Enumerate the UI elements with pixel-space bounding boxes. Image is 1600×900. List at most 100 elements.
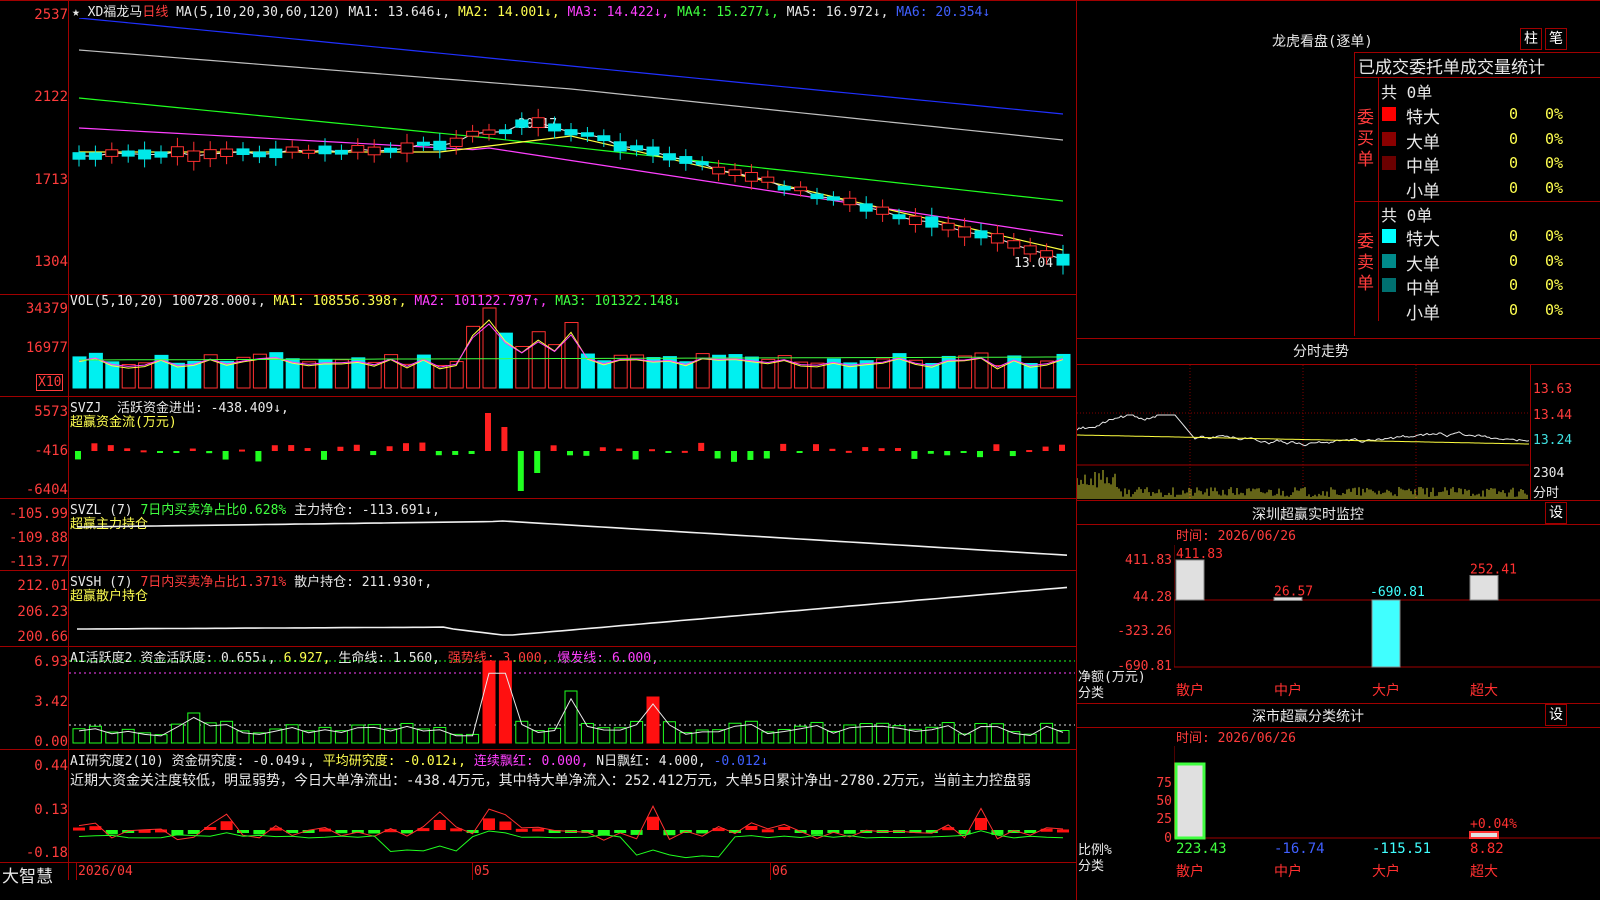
bar-mode-button[interactable]: 柱	[1520, 28, 1542, 50]
row-name: 中单	[1406, 157, 1440, 177]
sz-class-settings-button[interactable]: 设	[1545, 704, 1567, 726]
research-bar	[73, 827, 85, 831]
research-bar	[433, 819, 446, 830]
flow-bar	[960, 451, 967, 453]
candle-body	[318, 145, 332, 155]
date-tick-1: 2026/04	[78, 864, 133, 879]
ratio-extra-label: +0.04%	[1470, 817, 1517, 832]
candle-body	[187, 150, 201, 162]
row-count: 0	[1509, 227, 1519, 245]
ratio-bar	[1469, 831, 1499, 839]
candle-body	[400, 142, 414, 154]
candle-body	[597, 135, 611, 142]
ai-research-comment: 近期大资金关注度较低，明显弱势，今日大单净流出：-438.4万元，其中特大单净流…	[70, 773, 1031, 789]
sz-monitor-axis-2: 44.28	[1132, 590, 1172, 605]
candle-body	[72, 152, 86, 160]
candle-body	[121, 150, 135, 157]
candle-body	[958, 226, 972, 238]
candle-body	[88, 152, 102, 160]
candle-body	[170, 146, 184, 158]
ma6-line	[78, 18, 1064, 115]
flow-bar	[501, 427, 508, 451]
flow-bar	[944, 451, 951, 456]
svsh-axis-3: 200.66	[17, 629, 68, 645]
intraday-axis-2: 13.44	[1533, 408, 1573, 423]
flow-bar	[435, 451, 442, 456]
flow-bar	[878, 448, 885, 451]
row-percent: 0%	[1545, 251, 1564, 270]
row-name: 大单	[1406, 254, 1440, 275]
net-bar-label: -690.81	[1370, 585, 1425, 600]
flow-bar	[1059, 444, 1065, 451]
candle-body	[1023, 245, 1037, 255]
flow-bar	[353, 444, 360, 451]
candle-body	[662, 153, 676, 161]
flow-bar	[173, 451, 180, 453]
price-axis-3: 1713	[34, 172, 68, 188]
price-axis-1: 2537	[34, 7, 68, 23]
row-percent: 0%	[1545, 227, 1564, 245]
sz-monitor-settings-button[interactable]: 设	[1545, 502, 1567, 524]
vol-axis-2: 16977	[25, 340, 68, 356]
flow-bar	[1042, 446, 1049, 451]
brand-logo: 大智慧	[2, 867, 53, 887]
flow-bar	[698, 442, 705, 451]
row-count: 0	[1509, 129, 1519, 148]
row-color-swatch	[1382, 181, 1396, 195]
flow-bar	[649, 449, 655, 452]
ratio-bar	[1174, 762, 1206, 840]
research-bar	[335, 830, 348, 834]
flow-bar	[583, 451, 590, 456]
row-name: 特大	[1406, 230, 1440, 250]
candle-body	[466, 130, 480, 137]
flow-bar	[813, 444, 819, 451]
candle-body	[679, 156, 693, 164]
candle-body	[941, 222, 955, 231]
candle-body	[351, 145, 365, 153]
candle-body	[416, 141, 430, 146]
intraday-axis-1: 13.63	[1533, 382, 1573, 397]
flow-bar	[616, 448, 623, 451]
longhu-title: 龙虎看盘(逐单)	[1272, 34, 1373, 50]
candle-body	[630, 145, 644, 151]
tick-mode-button[interactable]: 笔	[1545, 28, 1567, 50]
row-color-swatch	[1382, 107, 1396, 121]
candle-body	[498, 129, 512, 135]
candle-body	[433, 140, 447, 151]
candle-body	[990, 233, 1004, 244]
flow-bar	[977, 451, 983, 458]
category-label: 散户	[1176, 682, 1204, 699]
ratio-value: 8.82	[1470, 841, 1504, 857]
category-label: 大户	[1372, 682, 1400, 699]
row-percent: 0%	[1545, 105, 1564, 123]
intraday-chart[interactable]	[1077, 365, 1529, 499]
intraday-axis-3: 13.24	[1533, 433, 1573, 448]
volume-chart	[72, 307, 1071, 389]
candle-body	[1040, 250, 1054, 258]
candle-body	[712, 166, 726, 175]
sz-class-xlabel: 分类	[1078, 859, 1105, 874]
candle-body	[1007, 240, 1021, 249]
flow-bar	[763, 451, 770, 459]
ai-active-chart	[69, 660, 1075, 744]
research-bar	[253, 830, 266, 835]
research-bar	[515, 828, 528, 832]
flow-bar	[911, 451, 918, 459]
candle-body	[138, 149, 152, 160]
research-bar	[745, 826, 758, 830]
flow-bar	[321, 451, 327, 460]
candle-body	[285, 146, 299, 153]
category-label: 中户	[1274, 682, 1302, 699]
retail-holding-line	[77, 586, 1068, 636]
sz-monitor-title: 深圳超赢实时监控	[1252, 507, 1364, 523]
svzl-axis-1: -105.99	[8, 506, 68, 522]
flow-bar	[927, 451, 934, 454]
price-chart[interactable]	[69, 18, 1075, 293]
date-tick-3: 06	[772, 864, 788, 879]
net-bar	[1175, 559, 1205, 601]
research-bar	[532, 828, 545, 832]
flow-bar	[780, 443, 787, 451]
research-bar	[778, 826, 791, 830]
research-bar	[811, 830, 823, 835]
net-bar	[1469, 574, 1499, 601]
